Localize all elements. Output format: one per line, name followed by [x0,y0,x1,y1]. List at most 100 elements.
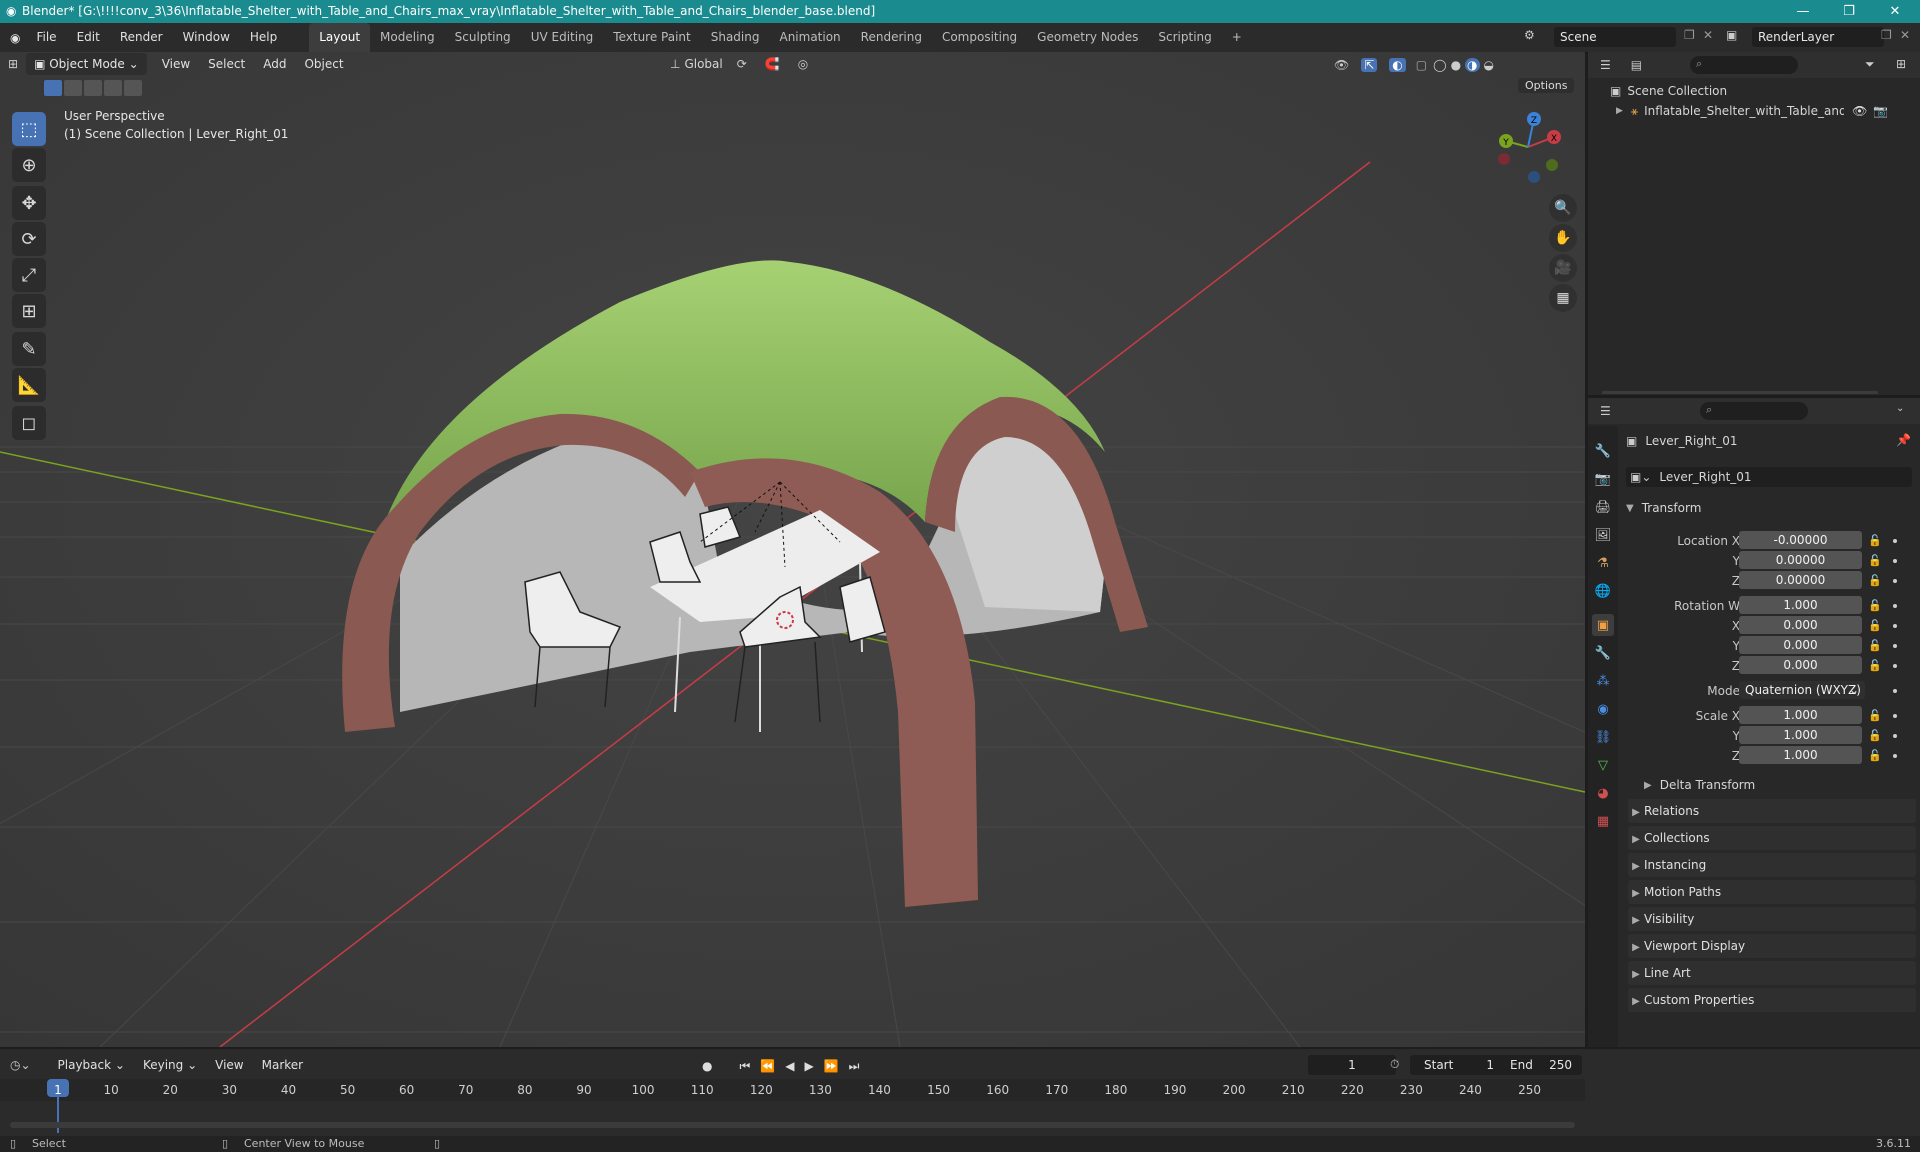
render-camera-icon[interactable]: 📷 [1873,104,1888,118]
location-z-field[interactable]: 0.00000 [1739,571,1862,589]
move-tool[interactable]: ✥ [12,186,46,220]
panel-visibility[interactable]: ▶ Visibility [1628,907,1916,931]
outliner-search-input[interactable] [1690,56,1798,74]
tab-sculpting[interactable]: Sculpting [445,23,521,52]
rendered-shading-icon[interactable]: ◒ [1484,58,1494,72]
render-layer-field[interactable]: RenderLayer [1752,27,1884,47]
restore-icon[interactable]: ❐ [1826,0,1872,23]
keyframe-dot-icon[interactable] [1893,624,1897,628]
select-new-icon[interactable] [44,80,62,96]
outliner-item[interactable]: ▶ ⚹ Inflatable_Shelter_with_Table_and_Ch… [1616,101,1916,121]
overlay-toggle-icon[interactable]: ◐ [1389,58,1406,72]
tab-rendering[interactable]: Rendering [851,23,932,52]
expand-chevron-icon[interactable]: ▶ [1616,106,1623,116]
delta-transform-header[interactable]: ▶ Delta Transform [1644,775,1755,795]
lock-icon[interactable]: 🔓 [1868,656,1882,676]
add-cube-tool[interactable]: ◻ [12,406,46,440]
lock-icon[interactable]: 🔓 [1868,551,1882,571]
material-shading-icon[interactable]: ◑ [1465,58,1480,72]
gizmo-toggle-icon[interactable]: ⇱ [1361,58,1378,72]
properties-options-icon[interactable]: ⌄ [1896,403,1904,414]
filter-icon[interactable]: ⏷ [1865,57,1875,72]
properties-editor-icon[interactable]: ☰ [1600,404,1611,418]
tab-compositing[interactable]: Compositing [932,23,1027,52]
lock-icon[interactable]: 🔓 [1868,706,1882,726]
pan-hand-icon[interactable]: ✋ [1549,224,1577,252]
rotation-mode-dropdown[interactable]: Quaternion (WXYZ) ⌄ [1739,681,1865,699]
render-tab-icon[interactable]: 📷 [1592,468,1614,490]
properties-search-input[interactable] [1700,402,1808,420]
properties-panel[interactable]: ☰ ⌕ ⌄ 🔧 📷 🖨 🖼 ⚗ 🌐 ▣ 🔧 ⁂ ◉ ⛓ ▽ ◕ ▦ ▣ Leve… [1588,398,1920,1047]
rotation-z-field[interactable]: 0.000 [1739,656,1862,674]
tool-tab-icon[interactable]: 🔧 [1592,440,1614,462]
panel-viewport-display[interactable]: ▶ Viewport Display [1628,934,1916,958]
rotation-w-field[interactable]: 1.000 [1739,596,1862,614]
solid-shading-icon[interactable]: ● [1451,58,1461,72]
pin-icon[interactable]: 📌 [1896,433,1911,447]
outliner-panel[interactable]: ☰ ▤ ⌕ ⏷ ⊞ ▣ Scene Collection ▶ ⚹ Inflata… [1588,52,1920,395]
scale-x-field[interactable]: 1.000 [1739,706,1862,724]
camera-view-icon[interactable]: 🎥 [1549,254,1577,282]
outliner-scene-collection[interactable]: ▣ Scene Collection [1610,81,1727,101]
lock-icon[interactable]: 🔓 [1868,531,1882,551]
select-box-tool[interactable]: ⬚ [12,112,46,146]
display-mode-icon[interactable]: ▤ [1631,58,1642,72]
new-layer-icon[interactable]: ❐ [1881,28,1892,42]
editor-type-icon[interactable]: ⊞ [8,57,18,71]
menu-edit[interactable]: Edit [67,23,110,52]
annotate-tool[interactable]: ✎ [12,332,46,366]
keyframe-dot-icon[interactable] [1893,754,1897,758]
close-icon[interactable]: ✕ [1872,0,1918,23]
tab-animation[interactable]: Animation [769,23,850,52]
delete-scene-icon[interactable]: ✕ [1703,28,1713,42]
timeline-editor[interactable]: ◷⌄ Playback ⌄ Keying ⌄ View Marker ● ⏮ ⏪… [0,1049,1585,1136]
lock-icon[interactable]: 🔓 [1868,571,1882,591]
object-name-field[interactable]: ▣⌄ Lever_Right_01 [1626,467,1912,487]
xray-icon[interactable]: ▢ [1416,58,1427,72]
rotation-y-field[interactable]: 0.000 [1739,636,1862,654]
3d-viewport[interactable]: ⊞ ▣ Object Mode ⌄ View Select Add Object… [0,52,1585,1047]
minimize-icon[interactable]: — [1780,0,1826,23]
cursor-tool[interactable]: ⊕ [12,148,46,182]
select-invert-icon[interactable] [104,80,122,96]
tab-layout[interactable]: Layout [309,23,371,52]
keyframe-dot-icon[interactable] [1893,604,1897,608]
perspective-toggle-icon[interactable]: ▦ [1549,284,1577,312]
visibility-icon[interactable]: 👁 [1334,58,1349,72]
menu-window[interactable]: Window [173,23,240,52]
lock-icon[interactable]: 🔓 [1868,726,1882,746]
menu-render[interactable]: Render [110,23,173,52]
keyframe-dot-icon[interactable] [1893,559,1897,563]
viewport-menu-add[interactable]: Add [254,53,295,75]
outliner-scrollbar[interactable] [1602,391,1878,394]
scale-tool[interactable]: ⤢ [12,258,46,292]
tab-texture-paint[interactable]: Texture Paint [603,23,700,52]
location-x-field[interactable]: -0.00000 [1739,531,1862,549]
tab-shading[interactable]: Shading [701,23,770,52]
scene-name-field[interactable]: Scene [1554,27,1676,47]
select-intersect-icon[interactable] [124,80,142,96]
output-tab-icon[interactable]: 🖨 [1592,496,1614,518]
tab-uv-editing[interactable]: UV Editing [521,23,604,52]
texture-tab-icon[interactable]: ▦ [1592,810,1614,832]
keyframe-dot-icon[interactable] [1893,689,1897,693]
keyframe-dot-icon[interactable] [1893,734,1897,738]
proportional-edit-icon[interactable]: ◎ [798,57,808,71]
panel-line-art[interactable]: ▶ Line Art [1628,961,1916,985]
select-subtract-icon[interactable] [84,80,102,96]
transform-tool[interactable]: ⊞ [12,294,46,328]
material-tab-icon[interactable]: ◕ [1592,782,1614,804]
viewport-scene[interactable] [0,52,1585,1047]
panel-motion-paths[interactable]: ▶ Motion Paths [1628,880,1916,904]
measure-tool[interactable]: 📐 [12,368,46,402]
keyframe-dot-icon[interactable] [1893,664,1897,668]
options-dropdown[interactable]: Options [1518,78,1575,93]
navigation-gizmo[interactable]: X Y Z [1490,107,1570,187]
panel-custom-properties[interactable]: ▶ Custom Properties [1628,988,1916,1012]
scale-z-field[interactable]: 1.000 [1739,746,1862,764]
tab-geometry-nodes[interactable]: Geometry Nodes [1027,23,1148,52]
render-layer-icon[interactable]: ▣ [1726,28,1737,42]
delete-layer-icon[interactable]: ✕ [1900,28,1910,42]
tab-scripting[interactable]: Scripting [1148,23,1221,52]
rotation-x-field[interactable]: 0.000 [1739,616,1862,634]
